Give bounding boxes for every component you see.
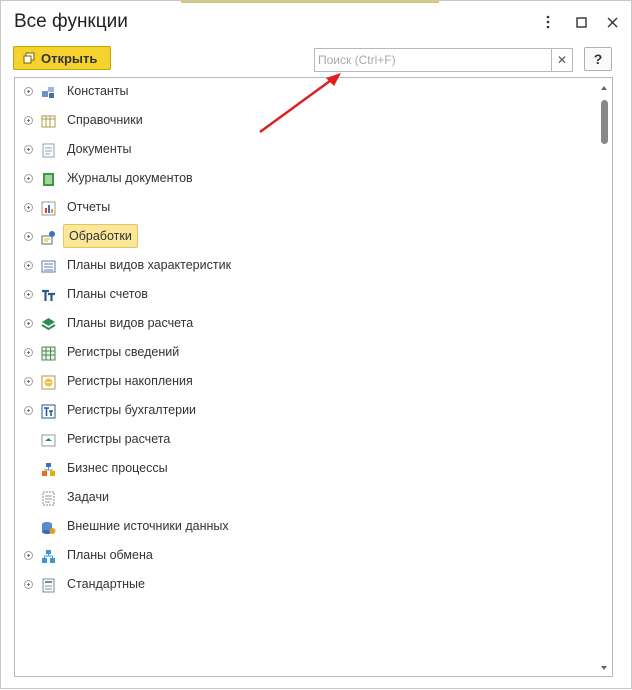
external-data-sources-icon [42,522,56,534]
expand-plus-icon[interactable] [24,290,33,299]
information-registers-icon [41,346,56,361]
tree-item[interactable]: Константы [15,78,595,107]
tree-item-label: Справочники [67,113,143,127]
charts-of-accounts-icon [42,289,55,301]
tree-item-label: Обработки [63,224,138,248]
tree-item-label: Планы обмена [67,548,153,562]
clear-search-icon[interactable]: ✕ [551,49,572,71]
toolbar: Открыть ✕ ? [1,45,631,73]
tree-item-label: Планы видов характеристик [67,258,232,272]
tree-item-label: Задачи [67,490,109,504]
tree-item-label: Внешние источники данных [67,519,229,533]
expand-plus-icon[interactable] [24,174,33,183]
tree-item-label: Документы [67,142,132,156]
open-icon [23,52,35,64]
expand-plus-icon[interactable] [24,232,33,241]
tree-item[interactable]: Планы счетов [15,281,595,310]
more-vertical-icon[interactable] [540,14,556,30]
documents-icon [42,143,55,158]
tree-item-label: Бизнес процессы [67,461,168,475]
tree-item[interactable]: Планы видов характеристик [15,252,595,281]
accounting-registers-icon [41,404,56,419]
tree-item-label: Отчеты [67,200,111,214]
tree-item[interactable]: Внешние источники данных [15,513,595,542]
reports-icon [41,201,56,216]
expand-plus-icon[interactable] [24,203,33,212]
tree-item[interactable]: Регистры бухгалтерии [15,397,595,426]
tree-item-label: Регистры расчета [67,432,171,446]
functions-tree: Константы Справочники Документы Журналы док… [14,77,613,677]
tree-item[interactable]: Планы обмена [15,542,595,571]
expand-plus-icon[interactable] [24,319,33,328]
open-button-label: Открыть [41,50,98,66]
constants-icon [42,87,54,98]
tree-item[interactable]: Регистры сведений [15,339,595,368]
expand-plus-icon[interactable] [24,145,33,154]
tree-item[interactable]: Обработки [15,223,595,252]
all-functions-window: Все функции Открыть ✕ ? Константы Справоч… [0,0,632,689]
help-button[interactable]: ? [584,47,612,71]
window-title: Все функции [14,11,128,32]
scroll-up-icon[interactable] [601,86,607,90]
business-processes-icon [42,463,55,476]
search-input[interactable] [315,49,551,71]
calculation-types-icon [41,318,56,331]
tree-item[interactable]: Регистры расчета [15,426,595,455]
tree-item[interactable]: Отчеты [15,194,595,223]
title-bar: Все функции [1,1,631,43]
document-journals-icon [43,173,54,186]
expand-plus-icon[interactable] [24,580,33,589]
tree-item[interactable]: Планы видов расчета [15,310,595,339]
tree-item[interactable]: Бизнес процессы [15,455,595,484]
tree-item-label: Регистры накопления [67,374,193,388]
tasks-icon [42,491,55,506]
characteristic-types-icon [41,260,56,273]
vertical-scrollbar[interactable] [600,82,610,672]
scroll-thumb[interactable] [601,100,608,144]
tree-item[interactable]: Журналы документов [15,165,595,194]
tree-item[interactable]: Стандартные [15,571,595,600]
catalogs-icon [41,115,56,128]
tree-item[interactable]: Документы [15,136,595,165]
tree-item-label: Журналы документов [67,171,193,185]
tree-item-label: Планы видов расчета [67,316,194,330]
expand-plus-icon[interactable] [24,116,33,125]
expand-plus-icon[interactable] [24,261,33,270]
tree-item[interactable]: Задачи [15,484,595,513]
tree-item-label: Планы счетов [67,287,148,301]
tree-item[interactable]: Справочники [15,107,595,136]
expand-plus-icon[interactable] [24,406,33,415]
expand-plus-icon[interactable] [24,348,33,357]
calculation-registers-icon [41,434,56,447]
close-icon[interactable] [604,14,620,30]
tree-item-label: Регистры бухгалтерии [67,403,197,417]
scroll-down-icon[interactable] [601,666,607,670]
tree-item-label: Регистры сведений [67,345,180,359]
tree-item-label: Стандартные [67,577,145,591]
tree-item-label: Константы [67,84,129,98]
expand-plus-icon[interactable] [24,551,33,560]
exchange-plans-icon [42,550,55,563]
expand-plus-icon[interactable] [24,87,33,96]
data-processors-icon [41,231,55,245]
expand-plus-icon[interactable] [24,377,33,386]
open-button[interactable]: Открыть [13,46,111,70]
accumulation-registers-icon [41,375,56,390]
maximize-icon[interactable] [573,14,589,30]
standard-icon [42,578,55,593]
tree-item[interactable]: Регистры накопления [15,368,595,397]
search-box: ✕ [314,48,573,72]
